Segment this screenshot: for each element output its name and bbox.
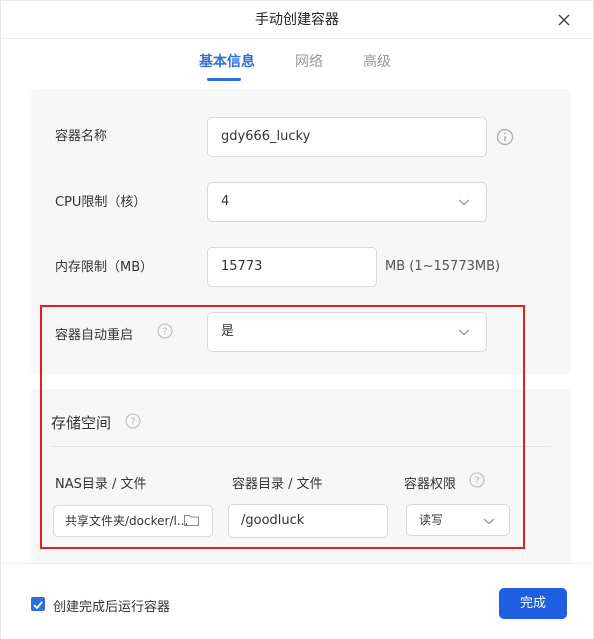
run-after-create-checkbox[interactable] [31, 597, 45, 611]
auto-restart-value: 是 [221, 324, 235, 339]
tab-advanced[interactable]: 高级 [363, 51, 391, 71]
done-button[interactable]: 完成 [499, 588, 567, 619]
help-icon[interactable]: ? [469, 472, 485, 488]
active-tab-indicator [207, 78, 241, 81]
create-container-dialog: 手动创建容器 基本信息 网络 高级 容器名称 gdy666_lucky CPU限… [0, 0, 594, 639]
container-name-input[interactable]: gdy666_lucky [207, 117, 487, 157]
auto-restart-label: 容器自动重启 [55, 328, 134, 343]
container-name-label: 容器名称 [55, 129, 108, 144]
close-icon[interactable] [555, 11, 573, 29]
run-after-create-label[interactable]: 创建完成后运行容器 [53, 596, 170, 615]
dialog-title: 手动创建容器 [1, 1, 593, 39]
tab-bar: 基本信息 网络 高级 [1, 51, 593, 81]
help-icon[interactable]: ? [157, 323, 173, 339]
cpu-limit-label: CPU限制（核） [55, 195, 147, 210]
chevron-down-icon [458, 329, 470, 336]
storage-section-title: 存储空间 [51, 414, 112, 432]
memory-limit-input[interactable]: 15773 [207, 247, 377, 287]
container-path-input[interactable]: /goodluck [228, 504, 388, 538]
nas-path-value: 共享文件夹/docker/l... [65, 514, 189, 528]
storage-divider [51, 446, 551, 447]
chevron-down-icon [483, 518, 495, 525]
tab-network[interactable]: 网络 [295, 51, 323, 71]
folder-icon[interactable] [183, 513, 200, 527]
help-icon[interactable]: ? [125, 413, 141, 429]
nas-column-header: NAS目录 / 文件 [55, 477, 147, 492]
auto-restart-select[interactable]: 是 [207, 312, 487, 352]
chevron-down-icon [458, 199, 470, 206]
svg-text:?: ? [130, 417, 135, 428]
cpu-limit-value: 4 [221, 194, 230, 209]
memory-unit-hint: MB (1~15773MB) [385, 259, 501, 274]
container-path-column-header: 容器目录 / 文件 [232, 477, 323, 492]
memory-limit-label: 内存限制（MB） [55, 260, 154, 275]
tab-basic-info[interactable]: 基本信息 [199, 51, 255, 71]
checkmark-icon [33, 601, 43, 610]
permission-column-header: 容器权限 [404, 477, 457, 492]
svg-text:?: ? [474, 476, 479, 487]
permission-value: 读写 [419, 513, 444, 527]
info-icon[interactable] [496, 128, 514, 146]
permission-select[interactable]: 读写 [406, 504, 510, 536]
svg-text:?: ? [162, 327, 167, 338]
cpu-limit-select[interactable]: 4 [207, 182, 487, 222]
